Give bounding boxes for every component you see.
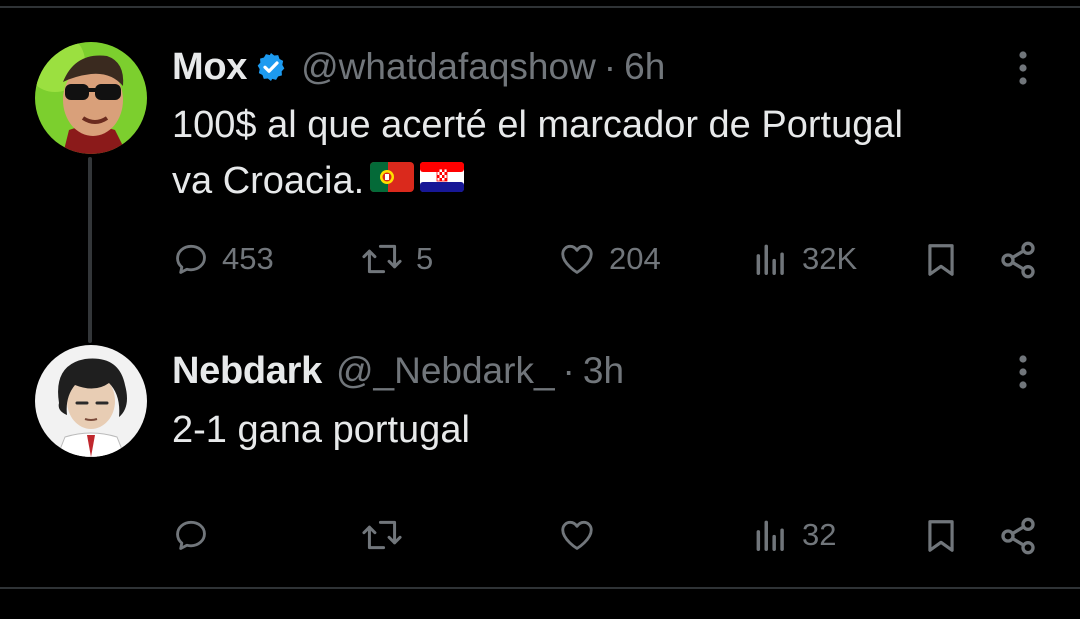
bookmark-button[interactable] (922, 516, 960, 556)
like-button[interactable]: 204 (557, 240, 661, 278)
thread-view: Mox @whatdafaqshow · 6h 100$ al que acer… (0, 0, 1080, 619)
retweet-button[interactable]: 5 (360, 240, 433, 278)
separator-dot: · (603, 46, 617, 87)
bookmark-button[interactable] (922, 240, 960, 280)
author-handle[interactable]: @whatdafaqshow (301, 46, 596, 88)
tweet-header: Mox @whatdafaqshow · 6h (172, 40, 665, 94)
top-divider (0, 6, 1080, 8)
reply-icon (176, 244, 206, 274)
tweet-time[interactable]: 6h (624, 46, 665, 88)
reply-time[interactable]: 3h (583, 350, 624, 392)
croatia-flag-icon (420, 152, 465, 208)
views-icon (756, 244, 784, 275)
reply-author-handle[interactable]: @_Nebdark_ (336, 350, 555, 392)
views-button[interactable]: 32K (752, 240, 857, 278)
views-button[interactable]: 32 (752, 516, 836, 554)
verified-badge-icon (255, 51, 287, 83)
tweet-text-line-2-text: va Croacia. (172, 160, 365, 202)
views-icon (756, 520, 784, 551)
author-name[interactable]: Mox (172, 46, 247, 89)
thread-connector-line (88, 157, 92, 343)
views-count: 32K (802, 241, 858, 276)
reply-author-name[interactable]: Nebdark (172, 350, 322, 393)
bookmark-icon (928, 520, 954, 552)
reply-header: Nebdark @_Nebdark_ · 3h (172, 344, 624, 398)
heart-icon (561, 520, 593, 550)
more-options-icon[interactable] (1012, 48, 1034, 88)
reply-button[interactable] (172, 516, 210, 554)
share-button[interactable] (998, 240, 1038, 280)
tweet-text-line-1: 100$ al que acerté el marcador de Portug… (172, 104, 903, 146)
portugal-flag-icon (370, 152, 415, 208)
flag-emojis (370, 152, 465, 208)
avatar-mox[interactable] (35, 42, 147, 154)
retweet-count: 5 (416, 241, 434, 276)
like-button[interactable] (557, 516, 597, 554)
avatar-nebdark[interactable] (35, 345, 147, 457)
reply-icon (176, 520, 206, 550)
views-count: 32 (802, 517, 837, 552)
share-button[interactable] (998, 516, 1038, 556)
reply-count: 453 (222, 241, 274, 276)
retweet-icon (362, 244, 402, 274)
bottom-divider (0, 587, 1080, 589)
separator-dot: · (562, 350, 575, 391)
reply-text: 2-1 gana portugal (172, 409, 470, 451)
like-count: 204 (609, 241, 661, 276)
reply-button[interactable]: 453 (172, 240, 274, 278)
retweet-icon (362, 520, 402, 550)
heart-icon (561, 244, 593, 274)
bookmark-icon (928, 244, 954, 276)
share-icon (1001, 517, 1035, 555)
retweet-button[interactable] (360, 516, 404, 554)
share-icon (1001, 241, 1035, 279)
tweet-text: 100$ al que acerté el marcador de Portug… (172, 97, 903, 211)
more-options-icon[interactable] (1012, 352, 1034, 392)
tweet-text-line-2: va Croacia. (172, 153, 903, 211)
